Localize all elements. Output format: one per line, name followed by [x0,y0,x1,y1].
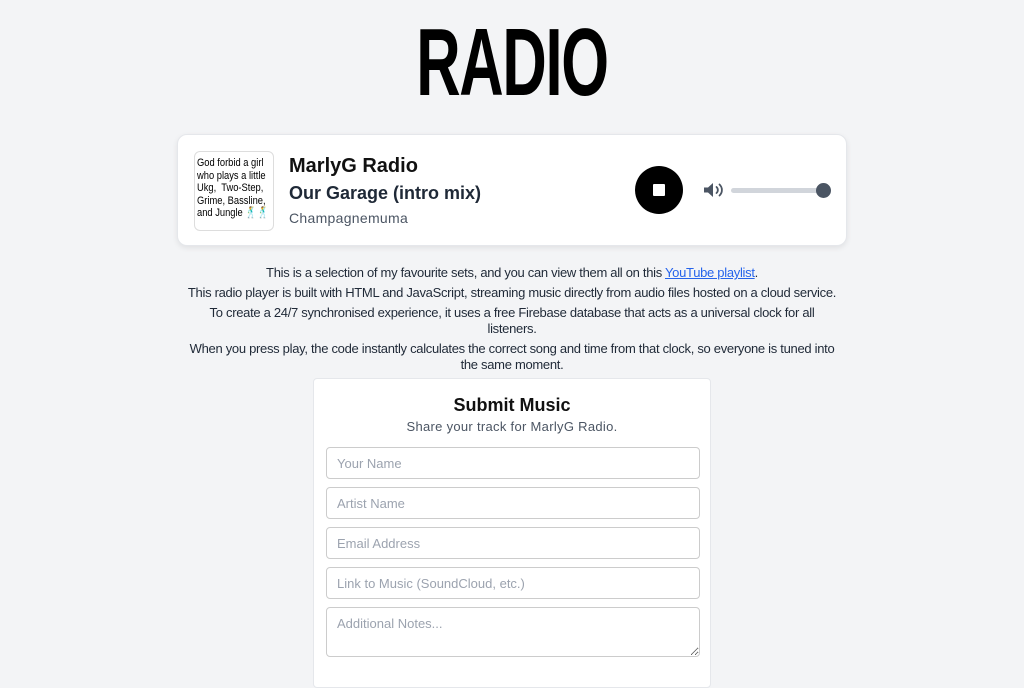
form-title: Submit Music [453,395,571,415]
about-line-1-text: This is a selection of my favourite sets… [266,265,665,280]
station-name: MarlyG Radio [289,155,418,177]
track-title: Our Garage (intro mix) [289,183,482,203]
email-field[interactable] [326,527,700,559]
stop-button[interactable] [635,166,683,214]
submit-music-form: Submit Music Share your track for MarlyG… [313,378,711,688]
track-artist: Champagnemuma [289,210,409,226]
player-card: God forbid a girl who plays a little Ukg… [177,134,847,246]
volume-icon[interactable] [703,182,725,198]
about-line-1: This is a selection of my favourite sets… [185,265,839,281]
radio-logo: RADIO [416,9,609,116]
artist-name-field[interactable] [326,487,700,519]
music-link-field[interactable] [326,567,700,599]
about-line-3: To create a 24/7 synchronised experience… [209,305,815,336]
cover-text: God forbid a girl who plays a little Ukg… [197,157,269,219]
your-name-field[interactable] [326,447,700,479]
album-cover: God forbid a girl who plays a little Ukg… [194,151,274,231]
about-line-1-end: . [754,265,759,280]
stop-icon [653,184,665,196]
notes-field[interactable] [326,607,700,657]
volume-slider-thumb[interactable] [816,183,831,198]
youtube-playlist-link[interactable]: YouTube playlist [665,265,755,280]
about-section: This is a selection of my favourite sets… [185,265,839,373]
volume-slider[interactable] [731,183,831,198]
about-line-2: This radio player is built with HTML and… [187,285,837,300]
about-line-4: When you press play, the code instantly … [189,341,835,372]
form-subtitle: Share your track for MarlyG Radio. [406,419,618,434]
